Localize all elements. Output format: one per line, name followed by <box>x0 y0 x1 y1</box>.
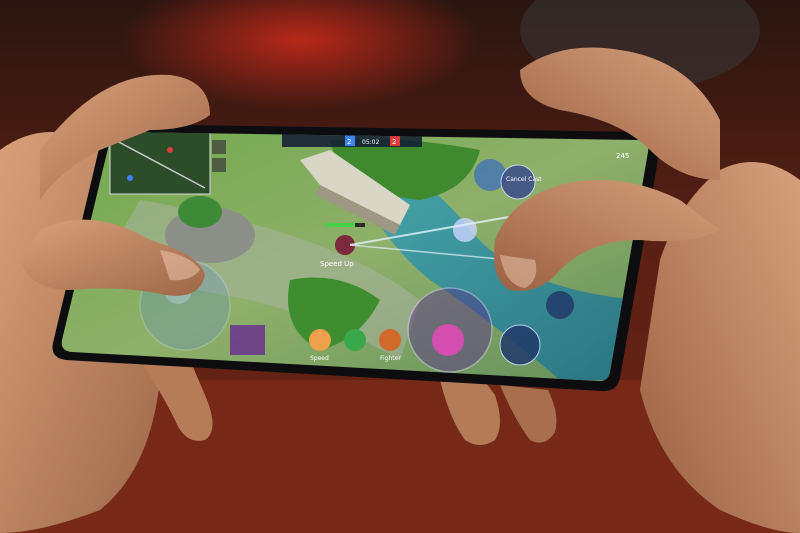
hero-health-bar <box>325 223 355 227</box>
skill-button-1[interactable] <box>309 329 331 351</box>
photo-scene: Speed Up 2 05:02 2 245 Cancel Cast Speed <box>0 0 800 533</box>
enemy-kills: 2 <box>392 138 396 146</box>
skill-button-2[interactable] <box>344 329 366 351</box>
skill-button-3[interactable] <box>379 329 401 351</box>
cancel-cast-label: Cancel Cast <box>506 176 542 183</box>
scene-svg: Speed Up 2 05:02 2 245 Cancel Cast Speed <box>0 0 800 533</box>
skill-button-ultimate[interactable] <box>499 324 541 366</box>
minimap-enemy-dot <box>167 147 173 153</box>
attack-button[interactable] <box>432 324 464 356</box>
summoner-unit <box>230 325 265 355</box>
gold-count: 245 <box>616 152 629 160</box>
match-time: 05:02 <box>362 139 379 146</box>
enemy-hero <box>453 218 477 242</box>
skill-b-label: Fighter <box>380 355 401 362</box>
settings-gear-icon[interactable] <box>212 140 226 154</box>
team-kills: 2 <box>347 138 351 146</box>
minimap[interactable] <box>109 131 211 195</box>
speed-up-label: Speed Up <box>320 260 354 268</box>
skill-a-label: Speed <box>310 355 329 362</box>
tree <box>178 196 222 228</box>
skill-button-4[interactable] <box>546 291 574 319</box>
chat-icon[interactable] <box>212 158 226 172</box>
minimap-ally-dot <box>127 175 133 181</box>
